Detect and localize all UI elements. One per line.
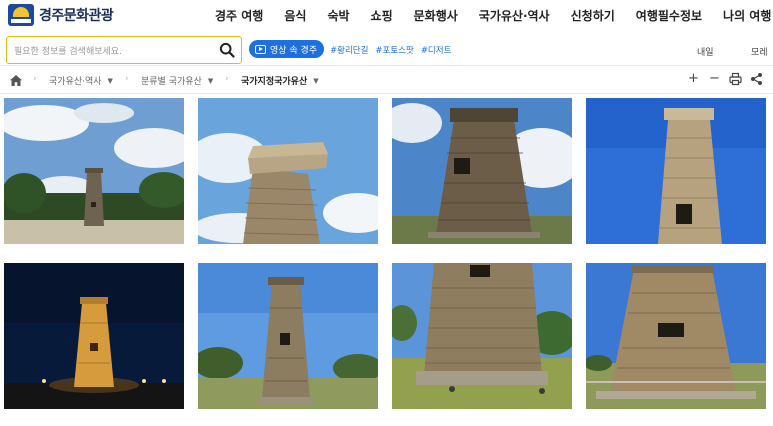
hashtag-list: #황리단길 #포토스팟 #디저트 — [330, 44, 451, 56]
home-icon[interactable] — [10, 75, 22, 86]
nav-item-my-trip[interactable]: 나의 여행 — [723, 7, 771, 24]
weather-day-after[interactable]: 모레 — [751, 45, 768, 58]
chevron-right-icon: › — [33, 74, 37, 84]
hashtag-link[interactable]: #황리단길 — [330, 44, 368, 56]
cheomseongdae-blue-sky-photo[interactable] — [586, 98, 766, 244]
zoom-out-icon[interactable]: − — [708, 72, 721, 86]
site-header: 경주문화관광 경주 여행 음식 숙박 쇼핑 문화행사 국가유산·역사 신청하기 … — [0, 0, 773, 32]
chevron-right-icon: › — [225, 74, 229, 84]
print-icon[interactable] — [729, 72, 742, 86]
weather-tomorrow[interactable]: 내일 — [697, 45, 714, 58]
hashtag-link[interactable]: #포토스팟 — [375, 44, 413, 56]
caret-down-icon: ▼ — [207, 76, 214, 85]
nav-item-heritage[interactable]: 국가유산·역사 — [479, 7, 550, 24]
nav-item-travel[interactable]: 경주 여행 — [215, 7, 263, 24]
site-logo[interactable]: 경주문화관광 — [8, 4, 114, 26]
photo-gallery — [0, 98, 773, 426]
nav-item-events[interactable]: 문화행사 — [414, 7, 458, 24]
site-title: 경주문화관광 — [39, 8, 114, 24]
search-bar-row: 필요한 정보를 검색해보세요. 영상 속 경주 #황리단길 #포토스팟 #디저트… — [0, 34, 773, 66]
caret-down-icon: ▼ — [313, 76, 319, 85]
nav-item-essentials[interactable]: 여행필수정보 — [636, 7, 702, 24]
breadcrumb-label: 국가지정국가유산 — [241, 77, 308, 87]
city-emblem-icon — [8, 4, 34, 26]
nav-item-apply[interactable]: 신청하기 — [571, 7, 615, 24]
nav-item-shopping[interactable]: 쇼핑 — [371, 7, 393, 24]
cheomseongdae-lawn-closeup-photo[interactable] — [392, 263, 572, 409]
breadcrumb-item-heritage[interactable]: 국가유산·역사 ▼ — [49, 74, 113, 88]
breadcrumb-label: 국가유산·역사 — [49, 77, 102, 87]
caret-down-icon: ▼ — [107, 76, 113, 85]
cheomseongdae-fence-photo[interactable] — [586, 263, 766, 409]
hashtag-link[interactable]: #디저트 — [421, 44, 452, 56]
cheomseongdae-lowangle-clouds-photo[interactable] — [392, 98, 572, 244]
nav-item-lodging[interactable]: 숙박 — [327, 7, 349, 24]
zoom-in-icon[interactable]: + — [687, 72, 700, 86]
breadcrumb-item-category[interactable]: 분류별 국가유산 ▼ — [141, 74, 214, 88]
page-tools: + − — [687, 72, 763, 86]
breadcrumb: › 국가유산·역사 ▼ › 분류별 국가유산 ▼ › 국가지정국가유산 ▼ + … — [0, 67, 773, 94]
breadcrumb-item-national[interactable]: 국가지정국가유산 ▼ — [241, 74, 319, 88]
share-icon[interactable] — [750, 72, 763, 86]
search-icon[interactable] — [219, 42, 235, 58]
search-placeholder: 필요한 정보를 검색해보세요. — [14, 47, 122, 57]
video-button-label: 영상 속 경주 — [270, 45, 318, 56]
main-nav: 경주 여행 음식 숙박 쇼핑 문화행사 국가유산·역사 신청하기 여행필수정보 … — [215, 7, 771, 24]
cheomseongdae-park-photo[interactable] — [198, 263, 378, 409]
breadcrumb-label: 분류별 국가유산 — [141, 77, 202, 87]
nav-item-food[interactable]: 음식 — [284, 7, 306, 24]
search-input[interactable]: 필요한 정보를 검색해보세요. — [6, 36, 242, 64]
chevron-right-icon: › — [125, 74, 129, 84]
video-icon — [255, 44, 266, 54]
cheomseongdae-night-lights-photo[interactable] — [4, 263, 184, 409]
cheomseongdae-cloudy-sky-photo[interactable] — [4, 98, 184, 244]
video-gyeongju-button[interactable]: 영상 속 경주 — [249, 40, 325, 58]
cheomseongdae-top-closeup-photo[interactable] — [198, 98, 378, 244]
